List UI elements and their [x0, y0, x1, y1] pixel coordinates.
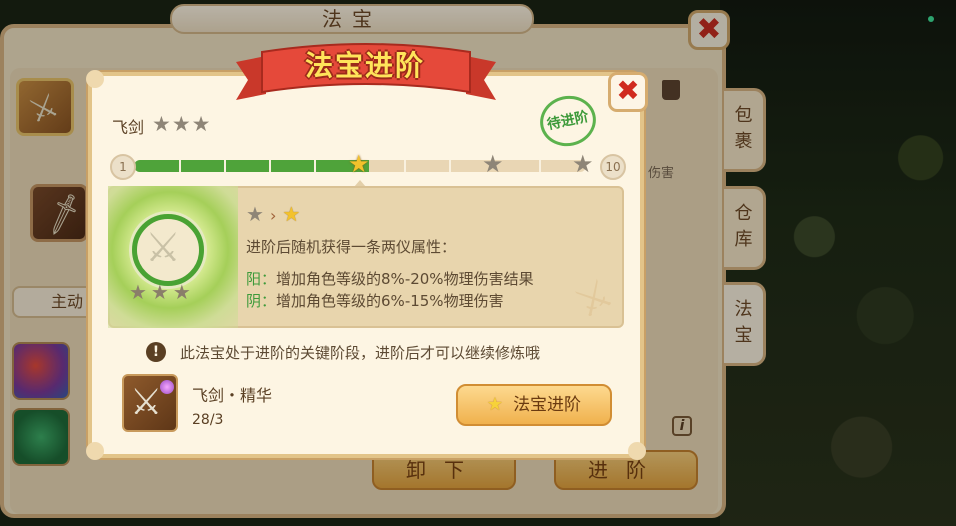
progress-tick [269, 160, 271, 172]
material-count: 28/3 [192, 412, 224, 428]
progress-tick [539, 160, 541, 172]
progress-tick [224, 160, 226, 172]
corner-deco [628, 442, 646, 460]
yin-tag: 阴： [246, 292, 277, 310]
progress-max-label: 10 [600, 154, 626, 180]
arrow-right-icon: › [269, 206, 277, 225]
close-icon: ✖ [616, 74, 640, 107]
yang-tag: 阳： [246, 270, 277, 288]
yin-text: 增加角色等级的6%-15%物理伤害 [276, 292, 504, 310]
advance-treasure-button[interactable]: ★ 法宝进阶 [456, 384, 612, 426]
progress-tick [404, 160, 406, 172]
advance-description: 进阶后随机获得一条两仪属性： [246, 238, 457, 256]
material-name: 飞剑・精华 [192, 386, 273, 405]
star-icon: ★ [486, 394, 504, 415]
warning-icon: ! [146, 342, 166, 362]
yang-text: 增加角色等级的8%-20%物理伤害结果 [276, 270, 534, 288]
current-stage-star-icon: ★ [348, 150, 370, 178]
to-star-icon: ★ [282, 202, 301, 226]
progress-tick [449, 160, 451, 172]
yin-attribute: 阴：增加角色等级的6%-15%物理伤害 [246, 290, 504, 311]
progress-tick [179, 160, 181, 172]
yang-attribute: 阳：增加角色等级的8%-20%物理伤害结果 [246, 268, 534, 289]
item-star-rating: ★★★ [152, 112, 212, 136]
sword-icon: ⚔ [145, 225, 181, 271]
treasure-badge: ⚔ [132, 214, 204, 286]
dialog-close-button[interactable]: ✖ [608, 72, 648, 112]
orb-icon [160, 380, 174, 394]
badge-star-rating: ★★★ [129, 280, 195, 304]
progress-min-label: 1 [110, 154, 136, 180]
corner-deco [86, 442, 104, 460]
sword-icon: ⚔ [130, 382, 163, 423]
stage-star-icon: ★ [482, 150, 504, 178]
from-star-icon: ★ [246, 202, 264, 226]
progress-tick [314, 160, 316, 172]
notice-text: 此法宝处于进阶的关键阶段，进阶后才可以继续修炼哦 [180, 344, 541, 362]
item-name: 飞剑 [112, 118, 145, 137]
progress-fill [134, 160, 370, 172]
essence-icon[interactable]: ⚔ [122, 374, 178, 432]
dialog-title: 法宝进阶 [304, 49, 425, 82]
stage-star-icon: ★ [572, 150, 594, 178]
upgrade-indicator: ★ › ★ [246, 202, 300, 226]
advance-button-label: 法宝进阶 [513, 395, 582, 415]
corner-deco [86, 70, 104, 88]
